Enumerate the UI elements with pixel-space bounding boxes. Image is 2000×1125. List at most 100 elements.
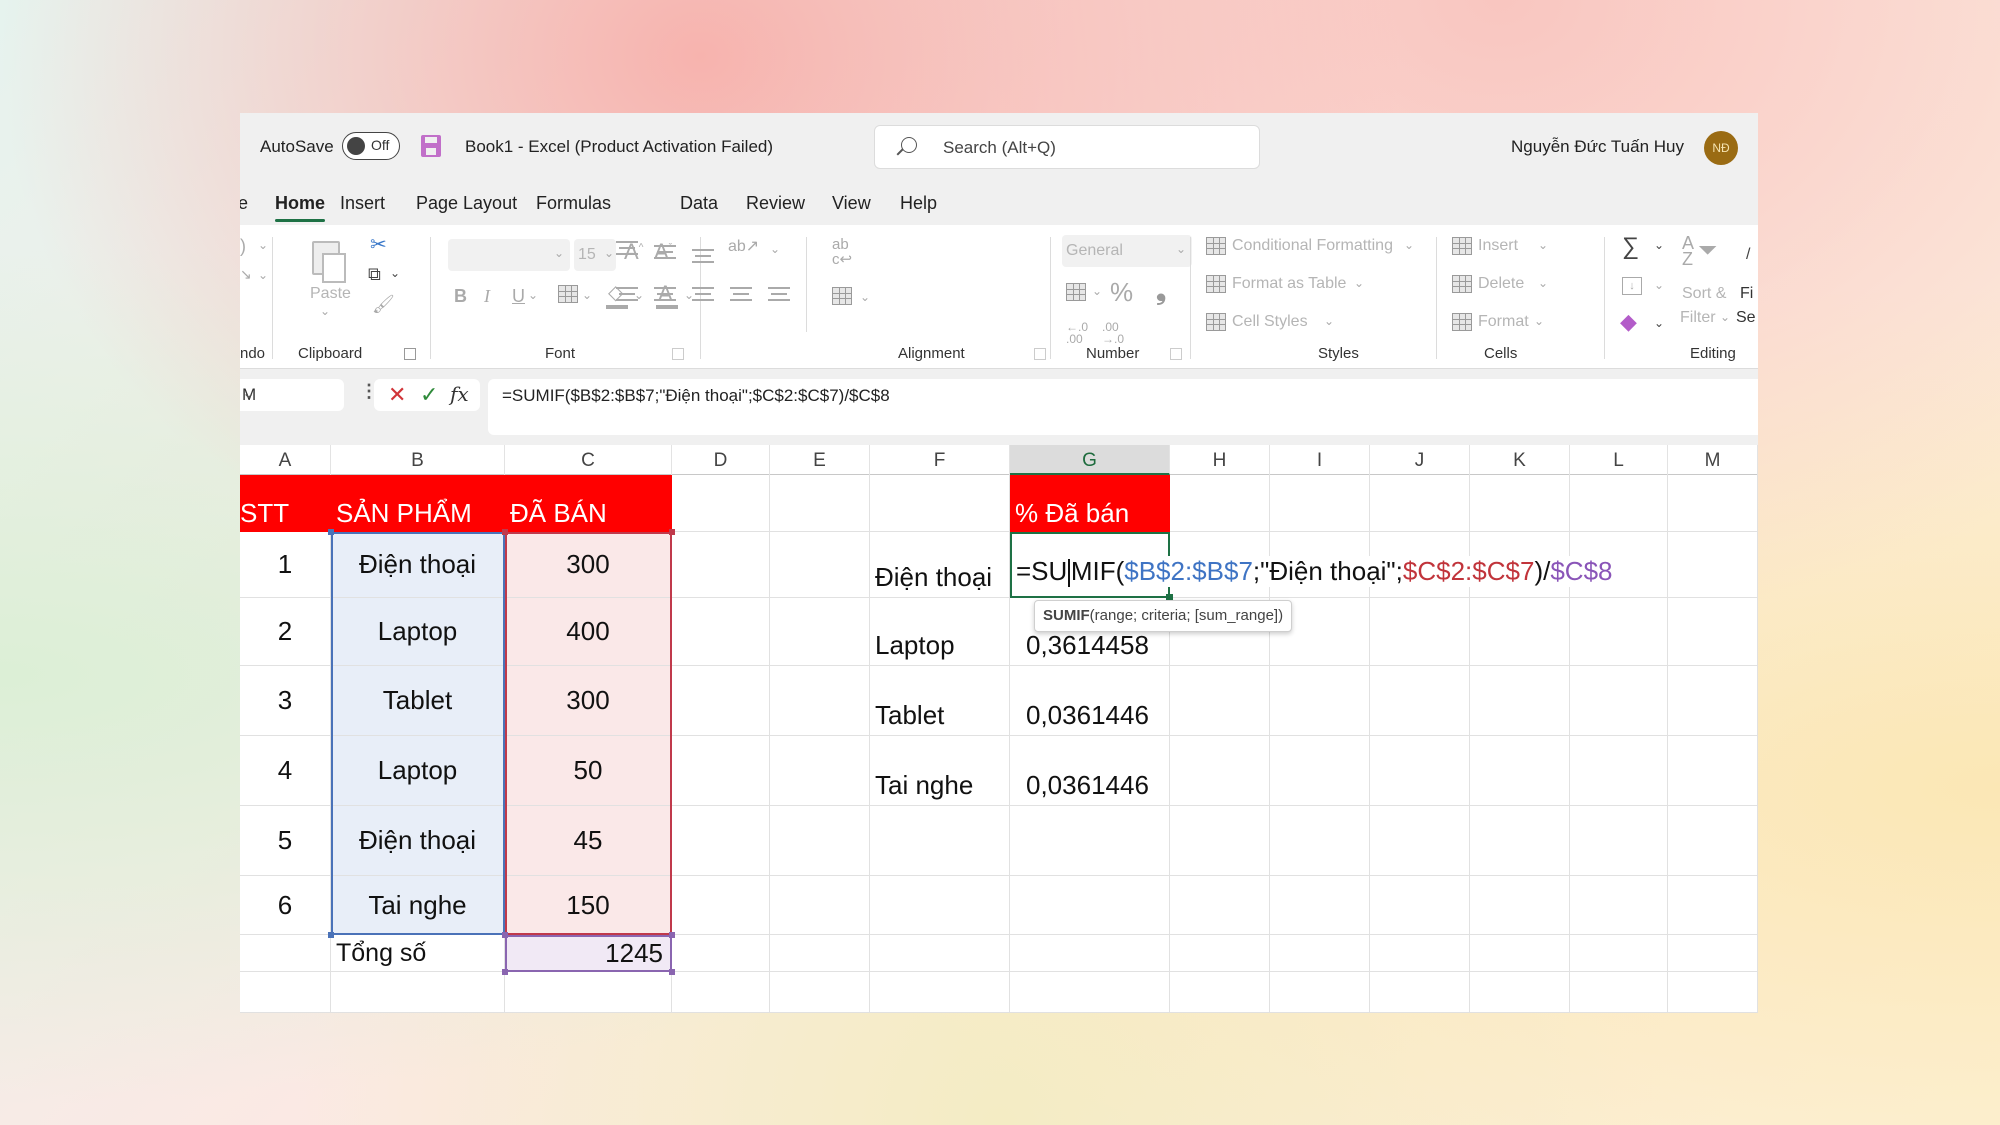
stt-cell[interactable]: 4 [240, 736, 331, 806]
column-header-e[interactable]: E [770, 445, 870, 475]
grid-cell[interactable] [672, 532, 770, 598]
stt-cell[interactable]: 2 [240, 598, 331, 666]
underline-button[interactable]: U [512, 287, 525, 305]
grid-cell[interactable] [1470, 666, 1570, 736]
save-icon[interactable] [421, 135, 441, 157]
grid-cell[interactable] [1570, 806, 1668, 876]
grid-cell[interactable] [870, 806, 1010, 876]
tab-insert[interactable]: Insert [340, 193, 385, 214]
decrease-decimal-icon[interactable]: .00 →.0 [1102, 321, 1124, 345]
orientation-dropdown-icon[interactable]: ⌄ [770, 243, 780, 255]
column-header-f[interactable]: F [870, 445, 1010, 475]
sold-cell[interactable]: 300 [505, 666, 672, 736]
fill-icon[interactable]: ↓ [1622, 277, 1642, 295]
product-cell[interactable]: Laptop [331, 736, 505, 806]
grid-cell[interactable] [1270, 972, 1370, 1013]
cut-icon[interactable]: ✂ [370, 235, 387, 255]
copy-icon[interactable]: ⧉ [368, 265, 381, 283]
percent-label-cell[interactable]: Tablet [870, 666, 1010, 736]
wrap-text-icon[interactable]: ab c↩ [832, 237, 852, 267]
column-header-b[interactable]: B [331, 445, 505, 475]
grid-cell[interactable] [770, 598, 870, 666]
grid-cell[interactable] [770, 806, 870, 876]
grid-cell[interactable] [1010, 876, 1170, 935]
tab-home[interactable]: Home [275, 193, 326, 222]
header-product[interactable]: SẢN PHẨM [331, 475, 505, 532]
tab-review[interactable]: Review [746, 193, 805, 214]
grid-cell[interactable] [1470, 806, 1570, 876]
grid-cell[interactable] [870, 876, 1010, 935]
header-stt[interactable]: STT [240, 475, 331, 532]
align-middle-icon[interactable] [654, 245, 676, 259]
autosum-icon[interactable]: ∑ [1622, 235, 1639, 259]
align-right-icon[interactable] [692, 287, 714, 301]
grid-cell[interactable] [672, 598, 770, 666]
undo-icon[interactable]: ) [240, 237, 246, 255]
grid-cell[interactable] [1570, 475, 1668, 532]
range-resize-handle[interactable] [328, 529, 334, 535]
grid-cell[interactable] [1270, 475, 1370, 532]
tab-file[interactable]: e [240, 193, 248, 214]
function-tooltip[interactable]: SUMIF(range; criteria; [sum_range]) [1034, 600, 1293, 632]
decrease-indent-icon[interactable] [730, 287, 752, 301]
sold-cell[interactable]: 50 [505, 736, 672, 806]
range-resize-handle[interactable] [669, 529, 675, 535]
range-resize-handle[interactable] [502, 932, 508, 938]
align-bottom-icon[interactable] [692, 249, 714, 263]
grid-cell[interactable] [1270, 876, 1370, 935]
align-top-icon[interactable] [616, 241, 638, 255]
stt-cell[interactable]: 3 [240, 666, 331, 736]
product-cell[interactable]: Tablet [331, 666, 505, 736]
grid-cell[interactable] [770, 666, 870, 736]
grid-cell[interactable] [1270, 806, 1370, 876]
format-painter-icon[interactable]: 🖌 [372, 295, 395, 313]
column-header-a[interactable]: A [240, 445, 331, 475]
grid-cell[interactable] [1570, 666, 1668, 736]
product-cell[interactable]: Laptop [331, 598, 505, 666]
grid-cell[interactable] [1570, 598, 1668, 666]
insert-function-icon[interactable]: fx [450, 382, 469, 406]
in-cell-formula[interactable]: =SU MIF($B$2:$B$7;"Điện thoại";$C$2:$C$7)… [1016, 556, 1613, 588]
column-header-d[interactable]: D [672, 445, 770, 475]
enter-check-icon[interactable]: ✓ [420, 382, 438, 408]
grid-cell[interactable] [1170, 972, 1270, 1013]
copy-dropdown-icon[interactable]: ⌄ [390, 267, 400, 279]
worksheet-grid[interactable]: ABCDEFGHIJKLM STT SẢN PHẨM ĐÃ BÁN 1 Điện tho… [240, 445, 1758, 1013]
grid-cell[interactable] [1170, 806, 1270, 876]
grid-cell[interactable] [1010, 935, 1170, 972]
fill-dropdown-icon[interactable]: ⌄ [1654, 279, 1664, 291]
tab-help[interactable]: Help [900, 193, 937, 214]
percent-label-cell[interactable]: Tai nghe [870, 736, 1010, 806]
accounting-format-icon[interactable] [1066, 283, 1086, 301]
align-left-icon[interactable] [616, 287, 638, 301]
underline-dropdown-icon[interactable]: ⌄ [528, 289, 538, 301]
grid-cell[interactable] [672, 806, 770, 876]
stt-cell[interactable]: 6 [240, 876, 331, 935]
grid-cell[interactable] [1668, 598, 1758, 666]
range-resize-handle[interactable] [328, 932, 334, 938]
grid-cell[interactable] [1470, 598, 1570, 666]
sold-cell[interactable]: 400 [505, 598, 672, 666]
undo-dropdown-icon[interactable]: ⌄ [258, 239, 268, 251]
product-cell[interactable]: Điện thoại [331, 806, 505, 876]
grid-cell[interactable] [1370, 736, 1470, 806]
range-resize-handle[interactable] [502, 969, 508, 975]
grid-cell[interactable] [672, 736, 770, 806]
sold-cell[interactable]: 45 [505, 806, 672, 876]
merge-dropdown-icon[interactable]: ⌄ [860, 291, 870, 303]
grid-cell[interactable] [1570, 736, 1668, 806]
grid-cell[interactable] [770, 972, 870, 1013]
grid-cell[interactable] [672, 475, 770, 532]
percent-label-cell[interactable]: Điện thoại [870, 532, 1010, 598]
grid-cell[interactable] [1170, 666, 1270, 736]
grid-cell[interactable] [870, 972, 1010, 1013]
column-header-j[interactable]: J [1370, 445, 1470, 475]
grid-cell[interactable] [1570, 972, 1668, 1013]
accounting-dropdown-icon[interactable]: ⌄ [1092, 285, 1102, 297]
chevron-down-icon[interactable]: ⌄ [242, 383, 334, 403]
grid-cell[interactable] [1470, 475, 1570, 532]
grid-cell[interactable] [770, 532, 870, 598]
italic-button[interactable]: I [484, 287, 490, 305]
grid-cell[interactable] [1668, 876, 1758, 935]
clear-icon[interactable]: ◆ [1620, 311, 1637, 333]
